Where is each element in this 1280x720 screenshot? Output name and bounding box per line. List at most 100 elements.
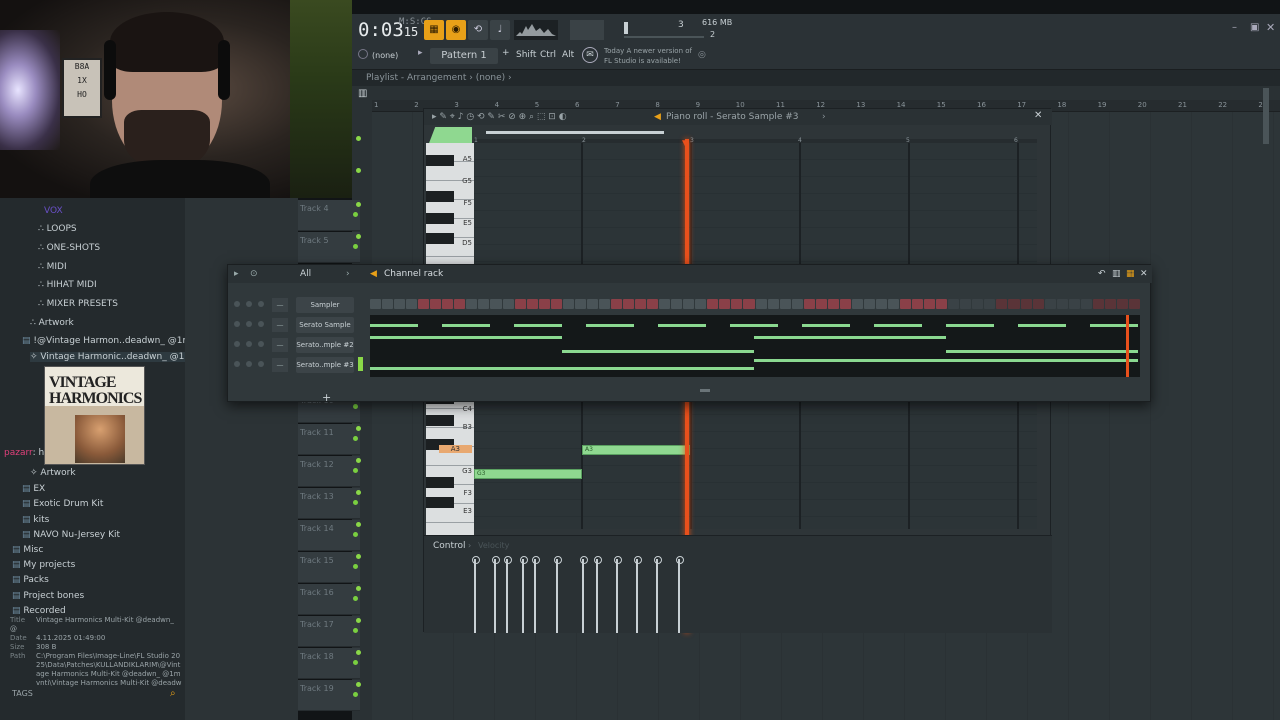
channel-mute-led[interactable]: [234, 321, 240, 327]
note-a3[interactable]: A3: [582, 445, 690, 455]
sequence-note[interactable]: [370, 324, 418, 327]
pattern-select[interactable]: Pattern 1: [430, 48, 498, 64]
channel-mute-led[interactable]: [234, 341, 240, 347]
track-mute-led[interactable]: [353, 212, 358, 217]
track-mute-led[interactable]: [353, 564, 358, 569]
track-active-led[interactable]: [356, 490, 361, 495]
track-header[interactable]: Track 17: [298, 616, 360, 647]
close-icon[interactable]: ✕: [1266, 21, 1275, 34]
rack-steps-icon[interactable]: ▦: [1126, 265, 1135, 283]
step-button[interactable]: [948, 299, 960, 309]
sequence-note[interactable]: [946, 350, 1138, 353]
sequence-note[interactable]: [370, 336, 562, 339]
track-header[interactable]: Track 12: [298, 456, 360, 487]
velocity-bar[interactable]: [654, 556, 662, 633]
step-button[interactable]: [695, 299, 707, 309]
step-button[interactable]: [1092, 299, 1104, 309]
step-button[interactable]: [1056, 299, 1068, 309]
artwork-thumbnail[interactable]: VINTAGE HARMONICS: [44, 366, 145, 465]
globe-icon[interactable]: ◎: [698, 50, 706, 60]
browser-folder-exotic[interactable]: Exotic Drum Kit: [22, 499, 103, 509]
step-button[interactable]: [719, 299, 731, 309]
channel-volume-knob[interactable]: [258, 341, 264, 347]
step-button[interactable]: [394, 299, 406, 309]
step-button[interactable]: [1080, 299, 1092, 309]
step-button[interactable]: [1116, 299, 1128, 309]
step-button[interactable]: [490, 299, 502, 309]
track-active-led[interactable]: [356, 586, 361, 591]
step-button[interactable]: [622, 299, 635, 309]
track-mute-led[interactable]: [353, 404, 358, 409]
step-button[interactable]: [1020, 299, 1032, 309]
sequence-note[interactable]: [754, 359, 1138, 362]
step-button[interactable]: [707, 299, 719, 309]
browser-folder-project-bones[interactable]: Project bones: [12, 591, 84, 601]
step-button[interactable]: [743, 299, 755, 309]
sequence-note[interactable]: [442, 324, 490, 327]
add-pattern-icon[interactable]: +: [502, 48, 510, 58]
step-button[interactable]: [598, 299, 610, 309]
track-header[interactable]: Track 19: [298, 680, 360, 711]
step-button[interactable]: [827, 299, 839, 309]
step-button[interactable]: [647, 299, 659, 309]
track-header[interactable]: Track 16: [298, 584, 360, 615]
step-button[interactable]: [731, 299, 743, 309]
step-button[interactable]: [791, 299, 803, 309]
channel-mixer-track[interactable]: —: [272, 358, 288, 372]
step-button[interactable]: [454, 299, 466, 309]
step-button[interactable]: [671, 299, 683, 309]
browser-item-vintage-selected[interactable]: ✧ Vintage Harmonic..deadwn_ @1mvnti: [30, 352, 211, 362]
track-header[interactable]: Track 4: [298, 200, 360, 231]
step-button[interactable]: [538, 299, 550, 309]
step-button[interactable]: [586, 299, 598, 309]
sequence-note[interactable]: [802, 324, 850, 327]
sequence-note[interactable]: [370, 367, 754, 370]
step-button[interactable]: [900, 299, 912, 309]
browser-folder-projects[interactable]: My projects: [12, 560, 75, 570]
rack-close-icon[interactable]: ✕: [1140, 265, 1148, 283]
channel-pan-knob[interactable]: [246, 301, 252, 307]
snap-select[interactable]: (none): [372, 51, 398, 60]
rack-menu-icon[interactable]: ▸: [234, 265, 239, 283]
step-button[interactable]: [683, 299, 695, 309]
track-active-led[interactable]: [356, 522, 361, 527]
step-button[interactable]: [888, 299, 900, 309]
step-button[interactable]: [1104, 299, 1116, 309]
channel-mixer-track[interactable]: —: [272, 298, 288, 312]
rack-undo-icon[interactable]: ↶: [1098, 265, 1106, 283]
browser-item-one-shots[interactable]: ∴ ONE-SHOTS: [38, 243, 100, 253]
piano-key-black[interactable]: [426, 213, 454, 224]
track-mute-led[interactable]: [353, 628, 358, 633]
velocity-bar[interactable]: [504, 556, 512, 633]
track-mute-led[interactable]: [353, 244, 358, 249]
track-active-led[interactable]: [356, 168, 361, 173]
browser-folder-misc[interactable]: Misc: [12, 545, 43, 555]
record-mode-icon[interactable]: ◉: [446, 20, 466, 40]
step-button[interactable]: [996, 299, 1008, 309]
arrow-right-icon[interactable]: ▸: [418, 48, 423, 58]
playlist-scrollbar[interactable]: [1263, 88, 1269, 144]
rack-graph-icon[interactable]: ▥: [1112, 265, 1121, 283]
step-button[interactable]: [924, 299, 936, 309]
channel-pan-knob[interactable]: [246, 321, 252, 327]
step-button[interactable]: [466, 299, 478, 309]
channel-pan-knob[interactable]: [246, 341, 252, 347]
step-button[interactable]: [803, 299, 815, 309]
step-button[interactable]: [851, 299, 863, 309]
loop-icon[interactable]: ⟲: [468, 20, 488, 40]
step-button[interactable]: [1044, 299, 1056, 309]
step-button[interactable]: [972, 299, 984, 309]
step-button[interactable]: [526, 299, 538, 309]
track-header[interactable]: Track 11: [298, 424, 360, 455]
step-button[interactable]: [502, 299, 514, 309]
minimize-icon[interactable]: –: [1232, 22, 1237, 33]
browser-item-artwork-2[interactable]: ✧ Artwork: [30, 468, 76, 478]
browser-folder-kits[interactable]: kits: [22, 515, 49, 525]
sequence-note[interactable]: [658, 324, 706, 327]
sequence-note[interactable]: [1090, 324, 1138, 327]
step-button[interactable]: [1008, 299, 1020, 309]
piano-key-black[interactable]: [426, 233, 454, 244]
piano-key-black[interactable]: [426, 497, 454, 508]
channel-row[interactable]: — Sampler: [228, 295, 1152, 315]
track-header[interactable]: Track 5: [298, 232, 360, 263]
